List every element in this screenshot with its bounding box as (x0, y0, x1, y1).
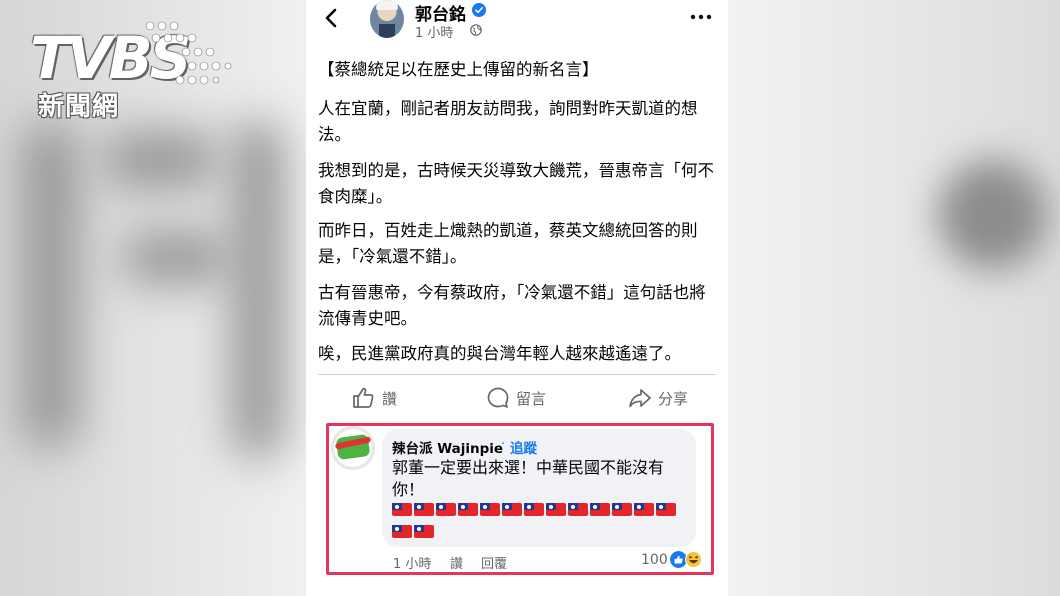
taiwan-flag-icon (392, 503, 412, 516)
reaction-count[interactable]: 100 (641, 552, 668, 568)
taiwan-flag-icon (414, 503, 434, 516)
comment-bubble: 辣台派 Wajinpie · 追蹤 郭董一定要出來選！中華民國不能沒有你！ (382, 429, 696, 547)
taiwan-flag-icon (612, 503, 632, 516)
post-paragraph: 唉，民進黨政府真的與台灣年輕人越來越遙遠了。 (318, 344, 681, 363)
back-arrow-icon[interactable] (320, 6, 344, 30)
taiwan-flag-icon (414, 525, 434, 538)
logo-dots-icon (145, 21, 232, 85)
blur-shape (20, 120, 80, 450)
share-button[interactable]: 分享 (628, 386, 688, 410)
comment-like-button[interactable]: 讚 (450, 553, 463, 572)
comment-text: 郭董一定要出來選！中華民國不能沒有你！ (392, 458, 665, 499)
blur-shape (938, 160, 1048, 270)
share-label: 分享 (658, 389, 689, 408)
author-avatar[interactable] (370, 0, 404, 38)
post-time[interactable]: 1 小時 (415, 22, 453, 41)
like-button[interactable]: 讚 (352, 386, 397, 410)
post-header: 郭台銘 1 小時 (306, 0, 728, 46)
thumbs-up-icon (353, 387, 374, 408)
post-paragraph: 我想到的是，古時候天災導致大饑荒，晉惠帝言「何不食肉糜」。 (318, 161, 714, 206)
post-paragraph: 【蔡總統足以在歷史上傳留的新名言】 (318, 60, 599, 79)
taiwan-flag-icon (502, 503, 522, 516)
haha-reaction-icon (685, 551, 702, 568)
taiwan-flag-icon (590, 503, 610, 516)
post-paragraph: 而昨日，百姓走上熾熱的凱道，蔡英文總統回答的則是，「冷氣還不錯」。 (318, 221, 698, 266)
taiwan-flag-icon (568, 503, 588, 516)
post-divider (318, 374, 716, 375)
blur-shape (230, 120, 285, 460)
like-label: 讚 (382, 389, 398, 408)
comment-bubble-icon (487, 387, 509, 408)
separator-dot: · (501, 437, 506, 452)
comment-reply-button[interactable]: 回覆 (481, 553, 507, 572)
taiwan-flag-icon (480, 503, 500, 516)
commenter-avatar[interactable] (331, 426, 375, 470)
taiwan-flag-icon (524, 503, 544, 516)
background-right (728, 0, 1060, 596)
taiwan-flag-icon (546, 503, 566, 516)
taiwan-flag-icon (392, 525, 412, 538)
more-options-icon[interactable] (689, 10, 713, 24)
commenter-name[interactable]: 辣台派 Wajinpie (392, 437, 503, 457)
comment-label: 留言 (516, 389, 547, 408)
post-paragraph: 人在宜蘭，剛記者朋友訪問我，詢問對昨天凱道的想法。 (318, 99, 698, 144)
globe-icon (470, 24, 482, 36)
taiwan-flag-icon (656, 503, 676, 516)
blur-shape (120, 230, 230, 285)
logo-sub-text: 新聞網 (38, 92, 120, 122)
flag-emoji-row (392, 499, 692, 543)
taiwan-flag-icon (458, 503, 478, 516)
comment-time[interactable]: 1 小時 (393, 553, 431, 572)
taiwan-flag-icon (436, 503, 456, 516)
taiwan-flag-icon (634, 503, 654, 516)
comment-button[interactable]: 留言 (486, 386, 546, 410)
post-paragraph: 古有晉惠帝，今有蔡政府，「冷氣還不錯」這句話也將流傳青史吧。 (318, 283, 706, 328)
verified-badge-icon (472, 3, 486, 17)
follow-link[interactable]: 追蹤 (510, 437, 537, 457)
tvbs-watermark-logo: TVBS 新聞網 (30, 14, 232, 122)
blur-shape (100, 130, 220, 190)
share-arrow-icon (629, 389, 651, 408)
